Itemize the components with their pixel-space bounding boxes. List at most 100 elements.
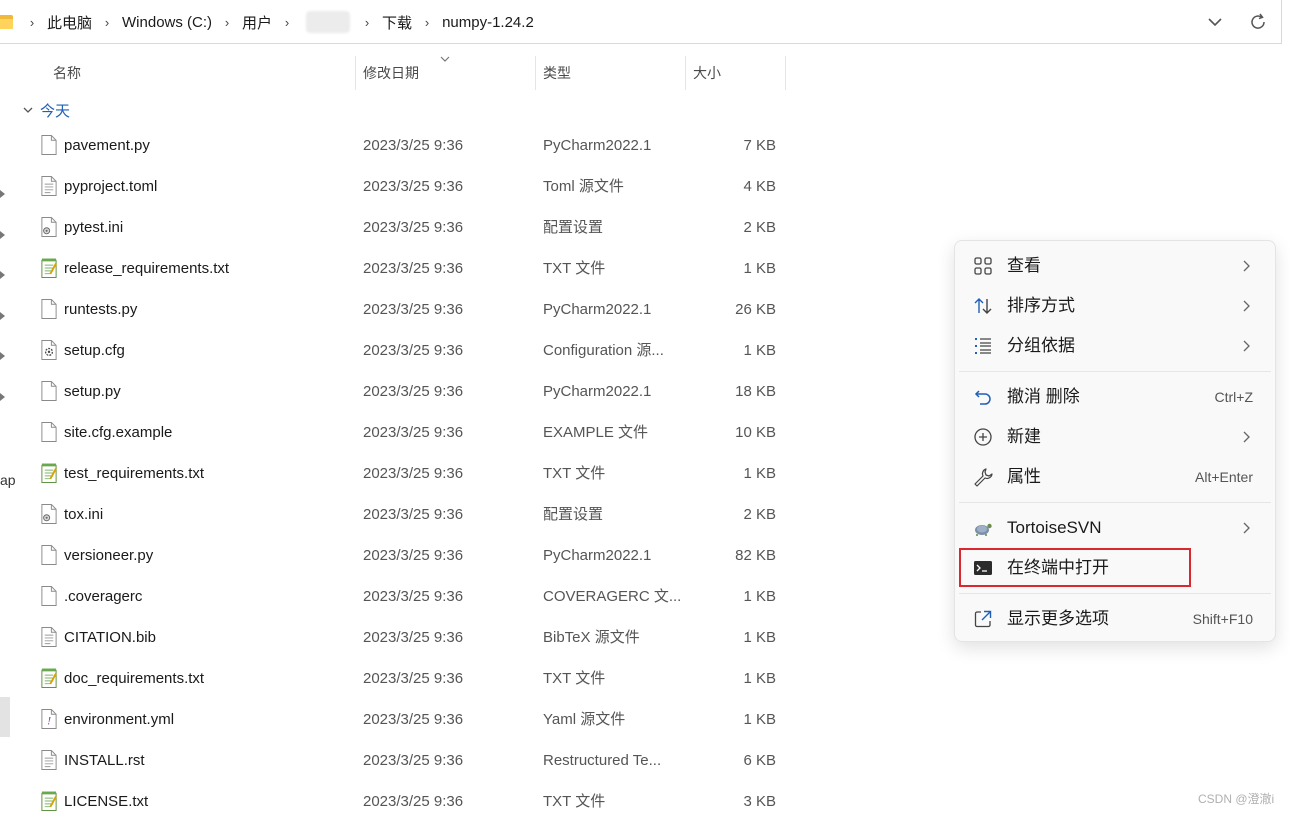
file-size: 2 KB (743, 506, 776, 523)
chevron-right-icon[interactable]: › (276, 15, 298, 30)
watermark: CSDN @澄澈i (1198, 792, 1275, 806)
shortcut-label: Alt+Enter (1195, 469, 1253, 485)
sort-descending-icon (440, 56, 450, 62)
breadcrumb-downloads[interactable]: 下载 (378, 12, 416, 33)
file-name: test_requirements.txt (64, 465, 205, 482)
file-row[interactable]: setup.cfg 2023/3/25 9:36 Configuration 源..… (0, 330, 800, 371)
menu-item-label: 分组依据 (1007, 336, 1075, 355)
menu-item-group-by[interactable]: 分组依据 (959, 327, 1271, 365)
file-row[interactable]: ! environment.yml 2023/3/25 9:36 Yaml 源文件 1 … (0, 699, 800, 740)
file-row[interactable]: .coveragerc 2023/3/25 9:36 COVERAGERC 文...… (0, 576, 800, 617)
group-header-today[interactable]: 今天 (22, 98, 70, 122)
refresh-icon[interactable] (1247, 11, 1269, 33)
file-type: Restructured Te... (543, 752, 662, 769)
file-row[interactable]: LICENSE.txt 2023/3/25 9:36 TXT 文件 3 KB (0, 781, 800, 822)
menu-item-view[interactable]: 查看 (959, 247, 1271, 285)
notepad-file-icon (41, 791, 57, 811)
file-row[interactable]: test_requirements.txt 2023/3/25 9:36 TXT 文… (0, 453, 800, 494)
file-name: release_requirements.txt (64, 260, 230, 277)
file-row[interactable]: pavement.py 2023/3/25 9:36 PyCharm2022.1 7 … (0, 125, 800, 166)
file-size: 1 KB (743, 670, 776, 687)
wrench-icon (974, 468, 993, 487)
chevron-right-icon[interactable]: › (356, 15, 378, 30)
chevron-down-icon[interactable] (1205, 12, 1225, 32)
chevron-right-icon[interactable]: › (416, 15, 438, 30)
file-date-modified: 2023/3/25 9:36 (363, 260, 464, 277)
folder-icon (0, 15, 13, 29)
file-date-modified: 2023/3/25 9:36 (363, 465, 464, 482)
file-row[interactable]: doc_requirements.txt 2023/3/25 9:36 TXT 文件… (0, 658, 800, 699)
file-size: 1 KB (743, 711, 776, 728)
menu-item-label: 新建 (1007, 427, 1041, 446)
breadcrumb-users[interactable]: 用户 (238, 12, 276, 33)
file-row[interactable]: pytest.ini 2023/3/25 9:36 配置设置 2 KB (0, 207, 800, 248)
file-size: 7 KB (743, 137, 776, 154)
file-row[interactable]: pyproject.toml 2023/3/25 9:36 Toml 源文件 4 KB (0, 166, 800, 207)
menu-item-sort[interactable]: 排序方式 (959, 287, 1271, 325)
file-row[interactable]: release_requirements.txt 2023/3/25 9:36 TX… (0, 248, 800, 289)
file-type: Configuration 源... (543, 342, 664, 359)
chevron-right-icon (1243, 340, 1250, 352)
file-row[interactable]: site.cfg.example 2023/3/25 9:36 EXAMPLE 文件… (0, 412, 800, 453)
notepad-file-icon (41, 258, 57, 278)
column-divider[interactable] (685, 56, 686, 90)
menu-item-new[interactable]: 新建 (959, 418, 1271, 456)
file-size: 1 KB (743, 465, 776, 482)
column-header-name[interactable]: 名称 (53, 54, 81, 90)
add-circle-icon (974, 428, 992, 446)
config-file-icon (41, 504, 57, 524)
chevron-right-icon[interactable]: › (21, 15, 43, 30)
menu-item-label: 排序方式 (1007, 296, 1075, 315)
breadcrumb-current-folder[interactable]: numpy-1.24.2 (438, 14, 538, 31)
sort-icon (974, 298, 992, 314)
file-row[interactable]: INSTALL.rst 2023/3/25 9:36 Restructured Te… (0, 740, 800, 781)
file-name: runtests.py (64, 301, 138, 318)
file-row[interactable]: tox.ini 2023/3/25 9:36 配置设置 2 KB (0, 494, 800, 535)
chevron-right-icon (1243, 260, 1250, 272)
file-row[interactable]: CITATION.bib 2023/3/25 9:36 BibTeX 源文件 1 KB (0, 617, 800, 658)
shortcut-label: Shift+F10 (1192, 611, 1253, 627)
file-name: tox.ini (64, 506, 104, 523)
column-header-type[interactable]: 类型 (543, 54, 571, 90)
column-headers: 名称 修改日期 类型 大小 (0, 54, 800, 90)
file-date-modified: 2023/3/25 9:36 (363, 588, 464, 605)
file-date-modified: 2023/3/25 9:36 (363, 547, 464, 564)
column-header-date[interactable]: 修改日期 (363, 54, 419, 90)
column-header-size[interactable]: 大小 (693, 54, 721, 90)
file-row[interactable]: versioneer.py 2023/3/25 9:36 PyCharm2022.1… (0, 535, 800, 576)
menu-item-label: 属性 (1007, 467, 1041, 486)
file-type: TXT 文件 (543, 465, 606, 482)
menu-item-properties[interactable]: 属性 Alt+Enter (959, 458, 1271, 496)
chevron-right-icon[interactable]: › (96, 15, 118, 30)
breadcrumb-this-pc[interactable]: 此电脑 (43, 12, 96, 33)
blank-file-icon (41, 422, 57, 442)
file-name: LICENSE.txt (64, 793, 149, 810)
config-file-icon (41, 217, 57, 237)
chevron-down-icon[interactable] (22, 104, 34, 116)
file-size: 3 KB (743, 793, 776, 810)
file-size: 1 KB (743, 260, 776, 277)
column-divider[interactable] (785, 56, 786, 90)
file-type: COVERAGERC 文... (543, 588, 682, 605)
file-size: 1 KB (743, 629, 776, 646)
file-row[interactable]: setup.py 2023/3/25 9:36 PyCharm2022.1 18 KB (0, 371, 800, 412)
file-size: 6 KB (743, 752, 776, 769)
column-divider[interactable] (355, 56, 356, 90)
chevron-right-icon[interactable]: › (216, 15, 238, 30)
menu-item-undo-delete[interactable]: 撤消 删除 Ctrl+Z (959, 378, 1271, 416)
breadcrumb: › 此电脑 › Windows (C:) › 用户 › › 下载 › numpy… (0, 0, 538, 44)
breadcrumb-username-redacted[interactable] (306, 11, 351, 33)
file-row[interactable]: runtests.py 2023/3/25 9:36 PyCharm2022.1 26… (0, 289, 800, 330)
notepad-file-icon (41, 463, 57, 483)
menu-item-show-more-options[interactable]: 显示更多选项 Shift+F10 (959, 600, 1271, 638)
file-type: TXT 文件 (543, 793, 606, 810)
menu-item-tortoisesvn[interactable]: TortoiseSVN (959, 509, 1271, 547)
file-name: site.cfg.example (64, 424, 173, 441)
column-divider[interactable] (535, 56, 536, 90)
file-date-modified: 2023/3/25 9:36 (363, 137, 464, 154)
breadcrumb-windows-c[interactable]: Windows (C:) (118, 14, 216, 31)
address-bar[interactable]: › 此电脑 › Windows (C:) › 用户 › › 下载 › numpy… (0, 0, 1282, 44)
file-name: .coveragerc (64, 588, 143, 605)
python-file-icon (41, 299, 57, 319)
menu-separator (959, 502, 1271, 503)
